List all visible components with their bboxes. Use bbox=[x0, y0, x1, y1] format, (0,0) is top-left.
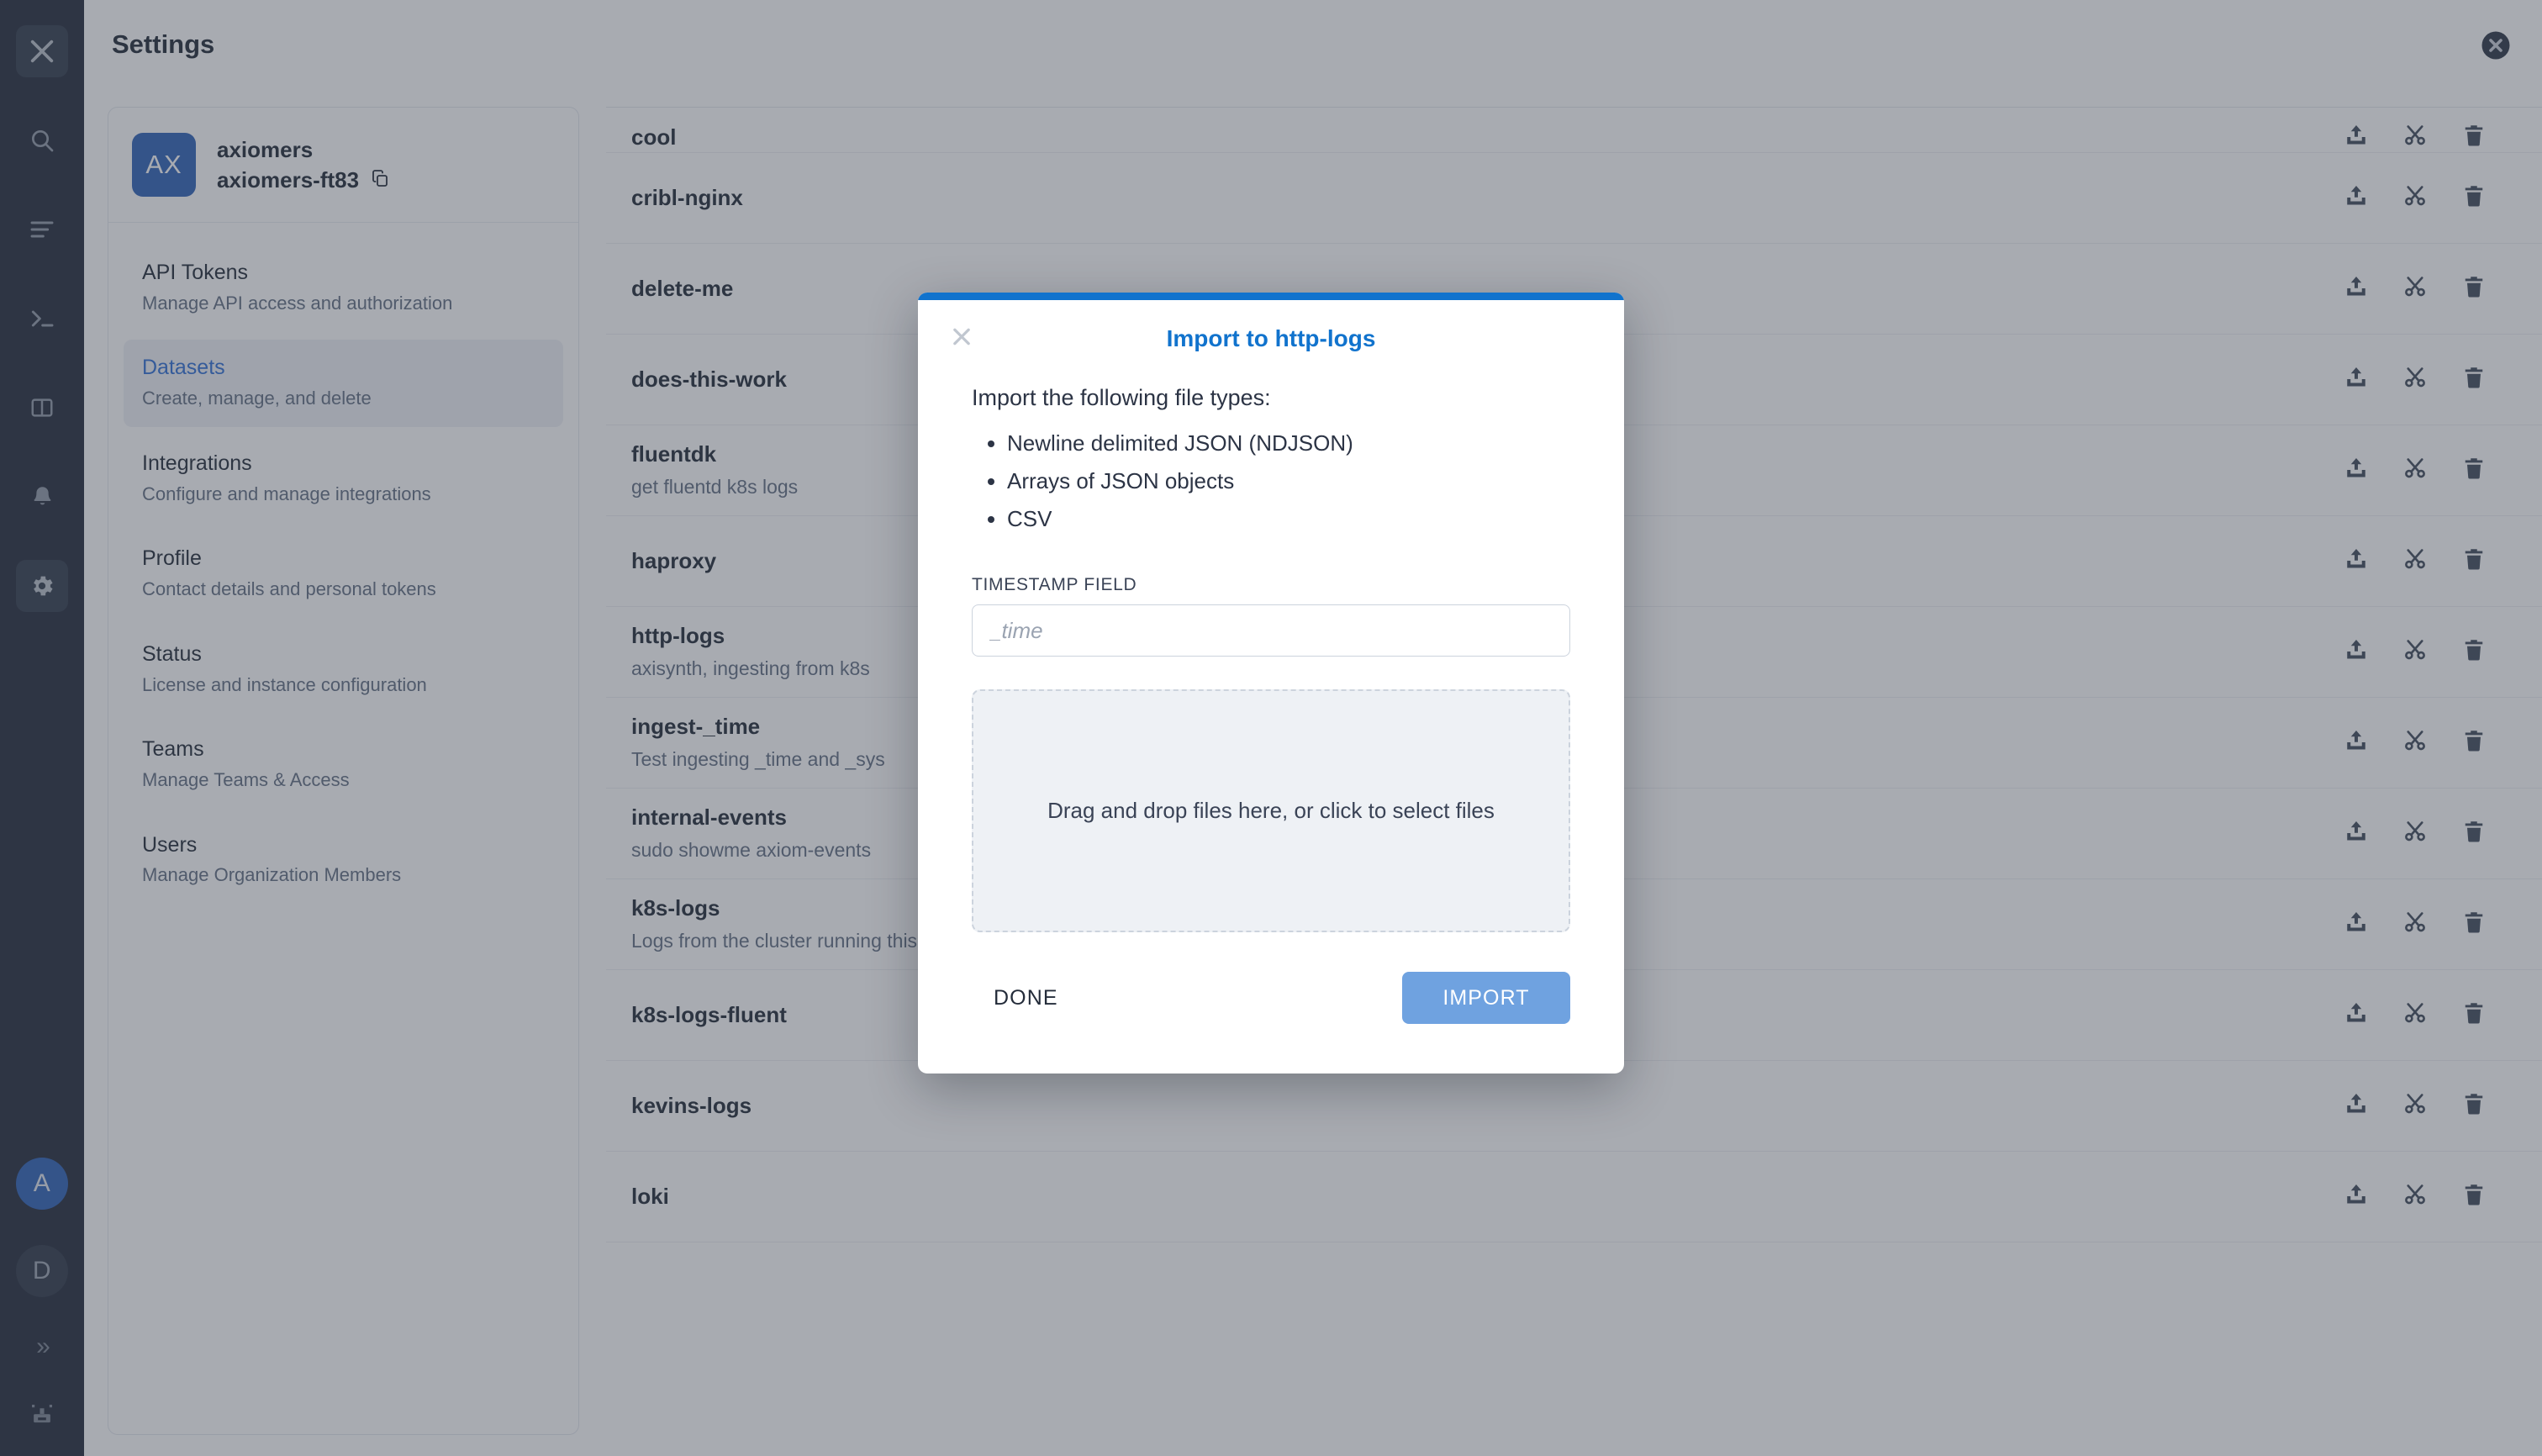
timestamp-field-label: TIMESTAMP FIELD bbox=[972, 575, 1137, 595]
import-button[interactable]: IMPORT bbox=[1402, 972, 1570, 1025]
dropzone-label: Drag and drop files here, or click to se… bbox=[1047, 798, 1495, 824]
modal-footer: DONE IMPORT bbox=[918, 932, 1624, 1074]
list-item: CSV bbox=[1007, 504, 1570, 535]
timestamp-field-input[interactable] bbox=[972, 604, 1570, 657]
modal-accent-bar bbox=[918, 293, 1624, 300]
file-dropzone[interactable]: Drag and drop files here, or click to se… bbox=[972, 689, 1570, 933]
modal-body: Import the following file types: Newline… bbox=[918, 377, 1624, 933]
list-item: Arrays of JSON objects bbox=[1007, 467, 1570, 497]
modal-title: Import to http-logs bbox=[1166, 325, 1376, 351]
done-button[interactable]: DONE bbox=[972, 974, 1080, 1022]
file-types-list: Newline delimited JSON (NDJSON) Arrays o… bbox=[1007, 429, 1570, 535]
list-item: Newline delimited JSON (NDJSON) bbox=[1007, 429, 1570, 459]
modal-header: Import to http-logs bbox=[918, 300, 1624, 377]
app-root: A D » Settings AX axiomers axiomers-ft83… bbox=[0, 0, 2542, 1456]
axiom-close-icon[interactable] bbox=[950, 325, 973, 353]
modal-lead-text: Import the following file types: bbox=[972, 385, 1271, 410]
import-modal: Import to http-logs Import the following… bbox=[918, 293, 1624, 1074]
